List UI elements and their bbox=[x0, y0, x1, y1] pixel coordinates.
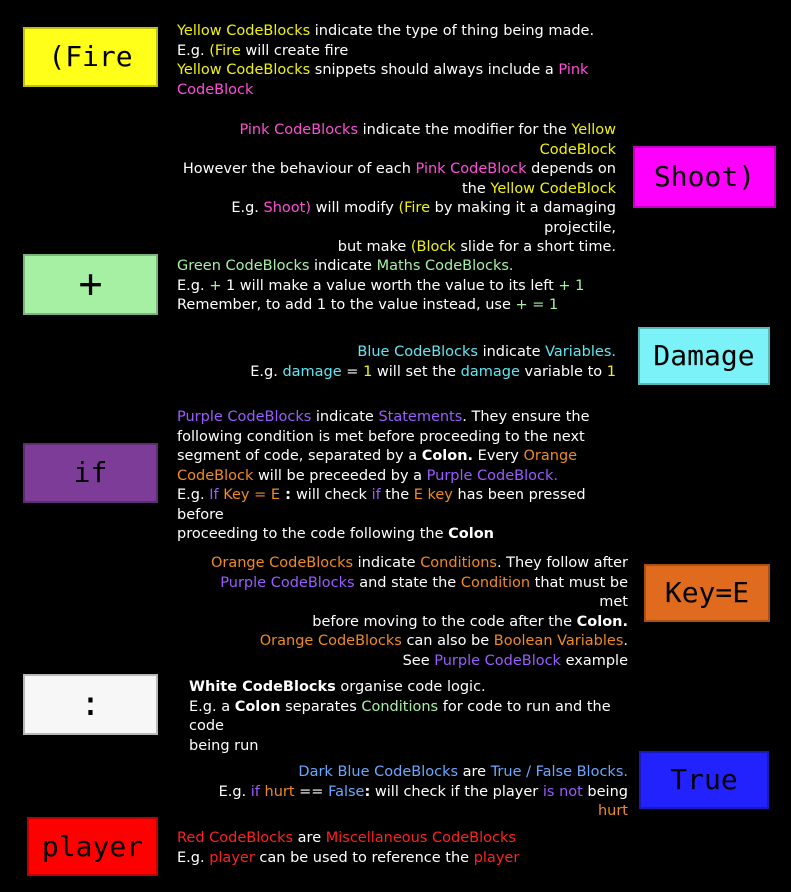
red-description: Red CodeBlocks are Miscellaneous CodeBlo… bbox=[177, 830, 520, 866]
darkblue-description: Dark Blue CodeBlocks are True / False Bl… bbox=[218, 764, 628, 819]
blue-codeblock: Damage bbox=[638, 327, 770, 385]
yellow-codeblock: (Fire bbox=[23, 27, 158, 87]
green-codeblock: + bbox=[23, 254, 158, 315]
orange-codeblock: Key=E bbox=[644, 564, 770, 622]
white-codeblock: : bbox=[23, 674, 158, 735]
white-description: White CodeBlocks organise code logic. E.… bbox=[189, 679, 611, 754]
red-codeblock: player bbox=[27, 817, 158, 876]
purple-description: Purple CodeBlocks indicate Statements. T… bbox=[177, 409, 590, 542]
pink-codeblock: Shoot) bbox=[633, 146, 776, 208]
darkblue-codeblock: True bbox=[639, 751, 769, 809]
purple-codeblock: if bbox=[23, 443, 158, 503]
pink-description: Pink CodeBlocks indicate the modifier fo… bbox=[182, 122, 616, 255]
blue-description: Blue CodeBlocks indicate Variables. E.g.… bbox=[250, 344, 616, 380]
green-description: Green CodeBlocks indicate Maths CodeBloc… bbox=[177, 258, 585, 313]
yellow-description: Yellow CodeBlocks indicate the type of t… bbox=[177, 23, 595, 98]
orange-description: Orange CodeBlocks indicate Conditions. T… bbox=[210, 555, 628, 669]
